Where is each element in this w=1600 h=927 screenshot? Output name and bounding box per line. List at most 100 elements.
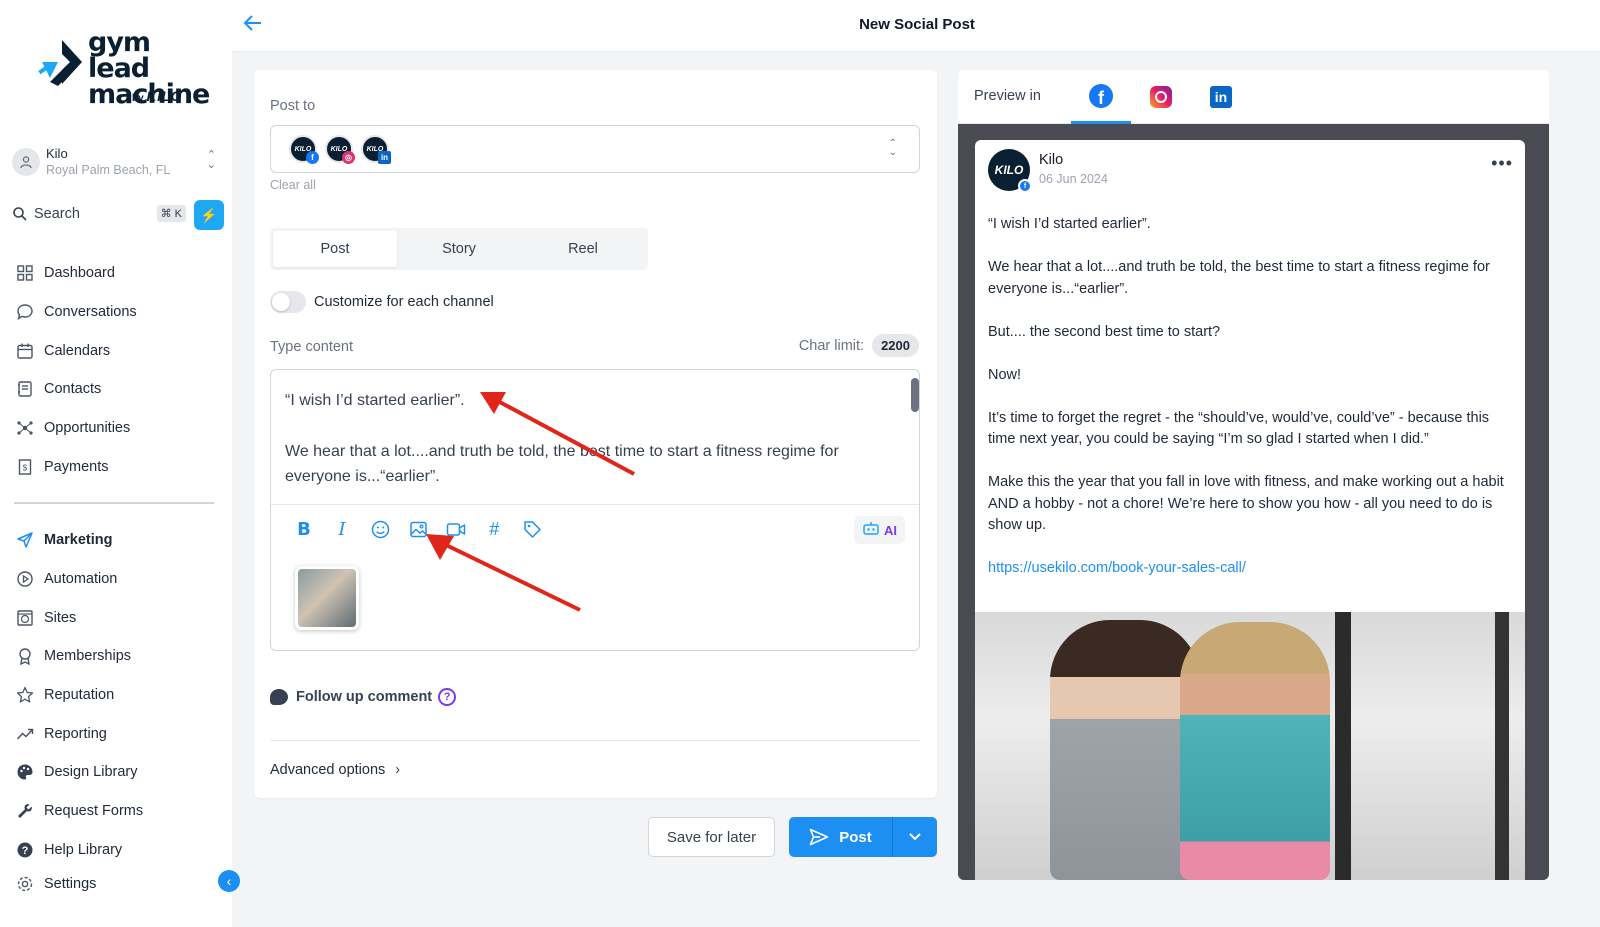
nav-divider bbox=[14, 502, 214, 504]
follow-up-label: Follow up comment bbox=[296, 689, 433, 705]
post-author: Kilo bbox=[1039, 152, 1064, 168]
nav-label: Contacts bbox=[44, 381, 102, 398]
char-limit-label: Char limit: bbox=[798, 337, 865, 354]
collapse-sidebar-button[interactable]: ‹ bbox=[218, 870, 240, 892]
nav-label: Request Forms bbox=[44, 803, 144, 820]
app-logo[interactable]: gym lead machine by KILO bbox=[36, 29, 210, 108]
nav-label: Memberships bbox=[44, 648, 132, 665]
award-icon bbox=[14, 645, 36, 667]
play-circle-icon bbox=[14, 568, 36, 590]
content-paragraph: We hear that a lot....and truth be told,… bbox=[285, 442, 839, 486]
linkedin-icon: in bbox=[378, 151, 391, 164]
nav-item-opportunities[interactable]: Opportunities bbox=[14, 409, 224, 448]
nav-item-automation[interactable]: Automation bbox=[14, 560, 224, 599]
hashtag-icon[interactable]: # bbox=[483, 518, 505, 540]
nav-item-calendars[interactable]: Calendars bbox=[14, 331, 224, 370]
receipt-icon: $ bbox=[14, 456, 36, 478]
gym-rack bbox=[1495, 612, 1509, 880]
channel-avatar-instagram: KILO ◎ bbox=[325, 135, 355, 164]
post-link[interactable]: https://usekilo.com/book-your-sales-call… bbox=[988, 560, 1246, 576]
card-divider bbox=[270, 740, 920, 741]
primary-nav: Dashboard Conversations Calendars Contac… bbox=[14, 254, 224, 486]
nav-item-contacts[interactable]: Contacts bbox=[14, 370, 224, 409]
follow-up-comment[interactable]: Follow up comment ? bbox=[270, 688, 457, 706]
nav-item-payments[interactable]: $ Payments bbox=[14, 447, 224, 486]
nav-label: Marketing bbox=[44, 532, 113, 549]
gear-icon bbox=[14, 873, 36, 895]
editor-divider bbox=[271, 504, 919, 505]
nav-item-help-library[interactable]: ? Help Library bbox=[14, 831, 224, 870]
network-icon bbox=[14, 417, 36, 439]
post-text: “I wish I’d started earlier”. We hear th… bbox=[988, 214, 1513, 580]
page-title: New Social Post bbox=[859, 16, 975, 33]
image-icon[interactable] bbox=[407, 518, 429, 540]
post-to-label: Post to bbox=[270, 98, 316, 114]
nav-item-memberships[interactable]: Memberships bbox=[14, 637, 224, 676]
clear-all-link[interactable]: Clear all bbox=[270, 178, 316, 192]
nav-label: Automation bbox=[44, 571, 118, 588]
person-figure bbox=[1180, 622, 1330, 880]
content-paragraph: “I wish I’d started earlier”. bbox=[285, 392, 465, 409]
nav-item-request-forms[interactable]: Request Forms bbox=[14, 792, 224, 831]
advanced-options-toggle[interactable]: Advanced options › bbox=[270, 762, 400, 778]
trend-icon bbox=[14, 723, 36, 745]
quick-actions-button[interactable]: ⚡ bbox=[194, 200, 224, 230]
post-button[interactable]: Post bbox=[789, 817, 893, 857]
emoji-icon[interactable] bbox=[369, 518, 391, 540]
video-icon[interactable] bbox=[445, 518, 467, 540]
facebook-icon: f bbox=[306, 151, 319, 164]
chevron-right-icon: › bbox=[395, 762, 401, 778]
nav-item-dashboard[interactable]: Dashboard bbox=[14, 254, 224, 293]
nav-item-marketing[interactable]: Marketing bbox=[14, 521, 224, 560]
lightning-icon: ⚡ bbox=[200, 206, 218, 223]
post-paragraph: “I wish I’d started earlier”. bbox=[988, 216, 1151, 232]
customize-toggle[interactable] bbox=[270, 291, 306, 313]
bold-icon[interactable]: B bbox=[293, 518, 315, 540]
nav-label: Settings bbox=[44, 876, 97, 893]
chevron-updown-icon[interactable]: ⌃ ⌄ bbox=[207, 150, 216, 171]
nav-item-sites[interactable]: Sites bbox=[14, 598, 224, 637]
nav-item-conversations[interactable]: Conversations bbox=[14, 293, 224, 332]
char-limit: Char limit: 2200 bbox=[799, 334, 919, 357]
nav-label: Dashboard bbox=[44, 265, 115, 282]
nav-item-settings[interactable]: Settings bbox=[14, 869, 224, 899]
logo-byline: by KILO bbox=[132, 88, 182, 104]
channel-avatar-facebook: KILO f bbox=[289, 135, 319, 164]
tab-preview-instagram[interactable] bbox=[1131, 70, 1191, 124]
nav-label: Design Library bbox=[44, 764, 138, 781]
nav-item-design-library[interactable]: Design Library bbox=[14, 753, 224, 792]
nav-label: Opportunities bbox=[44, 420, 131, 437]
attached-image-thumbnail[interactable] bbox=[295, 566, 359, 630]
post-editor-card: Post to KILO f KILO ◎ KILO in ⌃ ⌄ Clear all … bbox=[254, 70, 937, 798]
search-bar[interactable]: Search ⌘ K ⚡ bbox=[12, 200, 224, 230]
save-for-later-button[interactable]: Save for later bbox=[648, 817, 775, 857]
editor-scrollbar[interactable] bbox=[911, 378, 919, 412]
tab-post[interactable]: Post bbox=[273, 231, 397, 267]
type-content-label: Type content bbox=[270, 339, 354, 355]
ai-assist-button[interactable]: AI bbox=[854, 516, 905, 544]
question-icon[interactable]: ? bbox=[438, 688, 457, 706]
customize-label: Customize for each channel bbox=[314, 294, 494, 310]
post-type-tabs: Post Story Reel bbox=[270, 228, 648, 270]
channel-select[interactable]: KILO f KILO ◎ KILO in ⌃ ⌄ bbox=[270, 125, 920, 173]
tab-preview-linkedin[interactable]: in bbox=[1191, 70, 1251, 124]
nav-label: Reporting bbox=[44, 725, 107, 742]
tab-reel[interactable]: Reel bbox=[521, 231, 645, 267]
tag-icon[interactable] bbox=[521, 518, 543, 540]
post-options-dropdown[interactable] bbox=[893, 832, 937, 842]
nav-item-reputation[interactable]: Reputation bbox=[14, 676, 224, 715]
preview-label: Preview in bbox=[974, 88, 1041, 104]
italic-icon[interactable]: I bbox=[331, 518, 353, 540]
search-icon bbox=[13, 207, 27, 221]
attached-image bbox=[298, 569, 356, 627]
tab-preview-facebook[interactable]: f bbox=[1071, 70, 1131, 124]
content-editor[interactable]: “I wish I’d started earlier”. We hear th… bbox=[270, 369, 920, 651]
post-image bbox=[975, 612, 1525, 880]
nav-item-reporting[interactable]: Reporting bbox=[14, 714, 224, 753]
content-textarea[interactable]: “I wish I’d started earlier”. We hear th… bbox=[285, 388, 895, 515]
more-options-icon[interactable]: ••• bbox=[1491, 154, 1513, 172]
account-switcher[interactable]: Kilo Royal Palm Beach, FL ⌃ ⌄ bbox=[12, 146, 222, 178]
sidebar: gym lead machine by KILO Kilo Royal Palm… bbox=[0, 0, 240, 927]
advanced-label: Advanced options bbox=[270, 762, 386, 778]
tab-story[interactable]: Story bbox=[397, 231, 521, 267]
